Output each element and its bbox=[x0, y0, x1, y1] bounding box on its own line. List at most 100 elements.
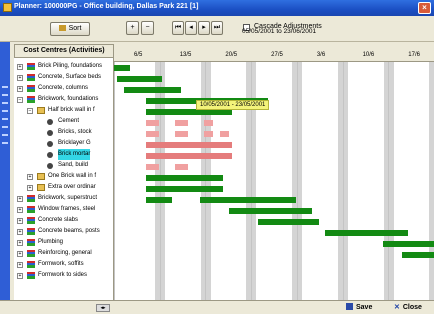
bars-icon bbox=[27, 206, 35, 213]
save-button[interactable]: Save bbox=[346, 302, 382, 314]
gantt-bar[interactable] bbox=[203, 131, 214, 137]
item-icon bbox=[47, 163, 53, 169]
folder-icon bbox=[37, 107, 45, 114]
gantt-bar[interactable] bbox=[203, 120, 214, 126]
item-icon bbox=[47, 152, 53, 158]
gantt-bar[interactable] bbox=[258, 219, 319, 225]
tree-row[interactable]: Cement bbox=[14, 116, 113, 127]
expander-toggle[interactable]: + bbox=[17, 86, 23, 92]
bars-icon bbox=[27, 239, 35, 246]
nav-next-button[interactable]: ▸ bbox=[198, 21, 210, 35]
expander-toggle[interactable]: + bbox=[17, 229, 23, 235]
gantt-bar[interactable] bbox=[146, 131, 159, 137]
gantt-bar[interactable] bbox=[174, 164, 188, 170]
bars-icon bbox=[27, 228, 35, 235]
tree-row[interactable]: + Brick Piling, foundations bbox=[14, 61, 113, 72]
expander-toggle[interactable]: + bbox=[17, 64, 23, 70]
expander-toggle[interactable]: + bbox=[17, 262, 23, 268]
expander-toggle[interactable]: + bbox=[17, 196, 23, 202]
gantt-bar[interactable] bbox=[146, 142, 233, 148]
gantt-bar[interactable] bbox=[123, 87, 182, 93]
horizontal-scroll-arrows[interactable]: ◂▸ bbox=[96, 304, 110, 312]
expander-toggle[interactable]: + bbox=[27, 174, 33, 180]
tree-row[interactable]: + Brickwork, superstruct bbox=[14, 193, 113, 204]
strip-mark bbox=[2, 134, 8, 136]
strip-mark bbox=[2, 126, 8, 128]
tree-row[interactable]: + Window frames, steel bbox=[14, 204, 113, 215]
title-bar[interactable]: Planner: 100000PG - Office building, Dal… bbox=[0, 0, 434, 16]
close-button[interactable]: ✕ Close bbox=[394, 302, 432, 314]
tree-row[interactable]: + Extra over ordinar bbox=[14, 182, 113, 193]
expander-toggle[interactable]: + bbox=[17, 75, 23, 81]
bars-icon bbox=[27, 96, 35, 103]
gantt-bar[interactable] bbox=[146, 164, 159, 170]
gantt-bar[interactable] bbox=[114, 65, 130, 71]
gantt-bar[interactable] bbox=[146, 153, 233, 159]
nav-last-button[interactable]: ⏭ bbox=[211, 21, 223, 35]
tree-row[interactable]: − Half brick wall in f bbox=[14, 105, 113, 116]
zoom-out-button[interactable]: − bbox=[141, 21, 154, 35]
gantt-bar[interactable] bbox=[146, 120, 159, 126]
close-button-label: Close bbox=[402, 304, 422, 311]
expander-toggle[interactable]: + bbox=[17, 240, 23, 246]
tree-row[interactable]: Bricklayer G bbox=[14, 138, 113, 149]
gantt-bar[interactable] bbox=[200, 197, 297, 203]
folder-icon bbox=[37, 184, 45, 191]
gantt-bar[interactable] bbox=[146, 197, 172, 203]
nav-first-button[interactable]: ⏮ bbox=[172, 21, 184, 35]
expander-toggle[interactable]: + bbox=[17, 251, 23, 257]
tree-row[interactable]: + Plumbing bbox=[14, 237, 113, 248]
tree-row-label: Concrete slabs bbox=[38, 217, 79, 223]
zoom-in-button[interactable]: + bbox=[126, 21, 139, 35]
expander-toggle[interactable]: + bbox=[17, 207, 23, 213]
tree-row[interactable]: + Concrete, Surface beds bbox=[14, 72, 113, 83]
timeline-date-label: 27/5 bbox=[271, 52, 283, 58]
gantt-bar[interactable] bbox=[382, 241, 434, 247]
gantt-bar[interactable] bbox=[117, 76, 162, 82]
bottom-bar: ◂▸ Save ✕ Close bbox=[0, 300, 434, 314]
gantt-bar[interactable] bbox=[174, 131, 188, 137]
expander-toggle[interactable]: − bbox=[27, 108, 33, 114]
expander-toggle[interactable]: + bbox=[17, 218, 23, 224]
tree-row[interactable]: + Concrete slabs bbox=[14, 215, 113, 226]
sort-icon bbox=[58, 25, 66, 31]
weekend-column bbox=[429, 62, 434, 300]
gantt-bar[interactable] bbox=[146, 175, 223, 181]
gantt-bar[interactable] bbox=[219, 131, 230, 137]
gantt-bar[interactable] bbox=[402, 252, 434, 258]
tree-row-label: Brickwork, superstruct bbox=[38, 195, 98, 201]
window-close-button[interactable]: × bbox=[418, 2, 431, 14]
tree-row[interactable]: + Reinforcing, general bbox=[14, 248, 113, 259]
tree-row[interactable]: Brick mortar bbox=[14, 149, 113, 160]
tree-row[interactable]: + One Brick wall in f bbox=[14, 171, 113, 182]
tree-row[interactable]: + Formwork to sides bbox=[14, 270, 113, 281]
window-title: Planner: 100000PG - Office building, Dal… bbox=[14, 3, 199, 10]
expander-toggle[interactable]: + bbox=[17, 273, 23, 279]
tree-row[interactable]: + Formwork, soffits bbox=[14, 259, 113, 270]
gantt-bar[interactable] bbox=[146, 186, 223, 192]
timeline-date-label: 17/6 bbox=[408, 52, 420, 58]
sort-button[interactable]: Sort bbox=[50, 22, 90, 36]
item-icon bbox=[47, 141, 53, 147]
tree-row[interactable]: + Concrete, columns bbox=[14, 83, 113, 94]
tree-row[interactable]: + Concrete beams, posts bbox=[14, 226, 113, 237]
expander-toggle[interactable]: − bbox=[17, 97, 23, 103]
bars-icon bbox=[27, 195, 35, 202]
tree-row-label: Half brick wall in f bbox=[48, 107, 95, 113]
tree-row-label: Plumbing bbox=[38, 239, 64, 245]
bars-icon bbox=[27, 261, 35, 268]
tree-row[interactable]: Sand, build bbox=[14, 160, 113, 171]
timeline-date-label: 3/6 bbox=[316, 52, 326, 58]
tree-row-label: Reinforcing, general bbox=[38, 250, 92, 256]
gantt-chart: 10/05/2001 - 23/05/2001 bbox=[114, 62, 434, 300]
tree-row[interactable]: − Brickwork, foundations bbox=[14, 94, 113, 105]
tree-row-label: Sand, build bbox=[58, 162, 89, 168]
tree-row-label: Window frames, steel bbox=[38, 206, 96, 212]
nav-prev-button[interactable]: ◂ bbox=[185, 21, 197, 35]
cost-centres-header[interactable]: Cost Centres (Activities) bbox=[14, 44, 114, 58]
expander-toggle[interactable]: + bbox=[27, 185, 33, 191]
tree-row[interactable]: Bricks, stock bbox=[14, 127, 113, 138]
gantt-bar[interactable] bbox=[174, 120, 188, 126]
gantt-bar[interactable] bbox=[229, 208, 313, 214]
gantt-bar[interactable] bbox=[325, 230, 409, 236]
